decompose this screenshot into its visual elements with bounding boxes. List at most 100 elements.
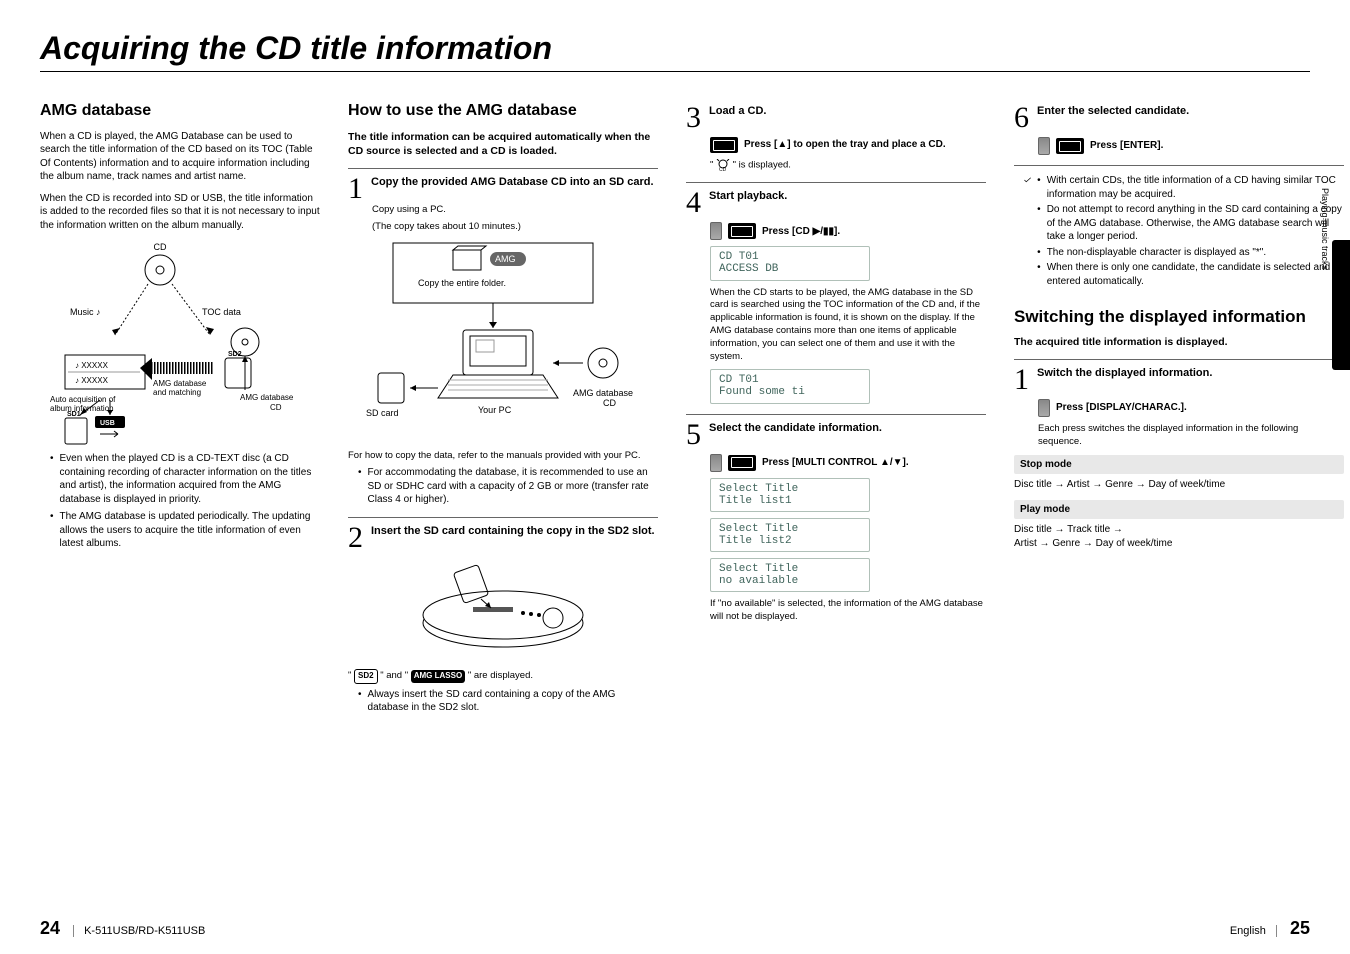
step-2-text: Insert the SD card containing the copy i…: [371, 524, 655, 538]
step-4: 4 Start playback.: [686, 182, 986, 216]
bullet-always-sd2: Always insert the SD card containing a c…: [358, 688, 658, 715]
side-tab-label: Playing music tracks: [1320, 188, 1330, 270]
lcd-access-db: CD T01ACCESS DB: [710, 246, 870, 280]
model-name: K-511USB/RD-K511USB: [73, 925, 205, 937]
bullet-cd-text: Even when the played CD is a CD-TEXT dis…: [50, 452, 320, 506]
step-5-action: Press [MULTI CONTROL ▲/▼].: [710, 454, 986, 472]
svg-text:AMG database: AMG database: [573, 388, 633, 398]
play-mode-header: Play mode: [1014, 500, 1344, 520]
stop-mode-seq: Disc title → Artist → Genre → Day of wee…: [1014, 478, 1344, 492]
svg-text:SD card: SD card: [366, 408, 399, 418]
copy-refer-manual: For how to copy the data, refer to the m…: [348, 450, 658, 463]
step-1-sub-a: Copy using a PC.: [372, 204, 658, 217]
step-1: 1 Copy the provided AMG Database CD into…: [348, 168, 658, 202]
switch-step-1: 1 Switch the displayed information.: [1014, 359, 1344, 393]
svg-text:and matching: and matching: [153, 388, 201, 397]
remote-icon: [1038, 137, 1050, 155]
bullet-sd-capacity: For accommodating the database, it is re…: [358, 466, 658, 507]
sd2-amg-displayed: " SD2 " and " AMG LASSO " are displayed.: [348, 669, 658, 684]
step-2: 2 Insert the SD card containing the copy…: [348, 517, 658, 551]
lead-auto-acquire: The title information can be acquired au…: [348, 130, 658, 158]
step-4-explain: When the CD starts to be played, the AMG…: [710, 287, 986, 364]
step-3: 3 Load a CD.: [686, 104, 986, 131]
step-4-text: Start playback.: [709, 189, 787, 203]
svg-text:CD: CD: [719, 167, 727, 171]
switch-step-number: 1: [1014, 366, 1029, 393]
svg-text:SD1: SD1: [67, 411, 81, 418]
device-icon: [728, 223, 756, 239]
switch-step-action-text: Press [DISPLAY/CHARAC.].: [1056, 401, 1187, 415]
play-mode-seq: Disc title → Track title → Artist → Genr…: [1014, 523, 1344, 550]
page-title: Acquiring the CD title information: [40, 30, 1310, 72]
side-tab: [1332, 240, 1350, 370]
lcd-found: CD T01Found some ti: [710, 369, 870, 403]
column-1: AMG database When a CD is played, the AM…: [40, 94, 320, 912]
step-1-text: Copy the provided AMG Database CD into a…: [371, 175, 654, 189]
amg-intro-2: When the CD is recorded into SD or USB, …: [40, 192, 320, 233]
remote-icon: [710, 222, 722, 240]
svg-text:Auto acquisition of: Auto acquisition of: [50, 395, 116, 404]
amg-flow-diagram: CD Music ♪ TOC data ♪ XXXXX ♪ XXXXX: [40, 240, 320, 440]
step-3-displayed: " CD " is displayed.: [710, 159, 986, 172]
step-3-action-text: Press [▲] to open the tray and place a C…: [744, 138, 946, 152]
heading-amg-database: AMG database: [40, 100, 320, 122]
lcd-no-available: Select Titleno available: [710, 558, 870, 592]
diag-label-cd: CD: [154, 242, 167, 252]
step-number-6: 6: [1014, 104, 1029, 131]
step-number-3: 3: [686, 104, 701, 131]
language-label: English: [1230, 925, 1277, 937]
svg-text:SD2: SD2: [228, 351, 242, 358]
svg-text:CD: CD: [603, 398, 616, 408]
step-4-action: Press [CD ▶/▮▮].: [710, 222, 986, 240]
check-icon: [1024, 174, 1031, 186]
svg-text:USB: USB: [100, 420, 115, 427]
bullet-updated: The AMG database is updated periodically…: [50, 510, 320, 551]
svg-text:CD: CD: [270, 403, 282, 412]
step-number-1: 1: [348, 175, 363, 202]
lcd-title-1: Select TitleTitle list1: [710, 478, 870, 512]
diag2-copy-label: Copy the entire folder.: [418, 278, 506, 288]
device-icon: [710, 137, 738, 153]
step-6-action-text: Press [ENTER].: [1090, 139, 1163, 153]
content-columns: AMG database When a CD is played, the AM…: [40, 94, 1310, 912]
svg-text:AMG database: AMG database: [153, 379, 207, 388]
device-icon: [728, 455, 756, 471]
switch-step-action: Press [DISPLAY/CHARAC.].: [1038, 399, 1344, 417]
check-note: With certain CDs, the title information …: [1024, 174, 1344, 288]
sd2-slot-illustration: [403, 553, 603, 663]
svg-text:album information: album information: [50, 404, 114, 413]
page-number-left: 24: [40, 918, 60, 938]
svg-text:AMG: AMG: [495, 254, 516, 264]
column-2: How to use the AMG database The title in…: [348, 94, 658, 912]
step-number-5: 5: [686, 421, 701, 448]
step-number-4: 4: [686, 189, 701, 216]
svg-text:♪ XXXXX: ♪ XXXXX: [75, 376, 109, 385]
step-5-text: Select the candidate information.: [709, 421, 882, 435]
copy-diagram: AMG Copy the entire folder. Your PC SD c…: [348, 238, 658, 438]
column-3: 3 Load a CD. Press [▲] to open the tray …: [686, 94, 986, 912]
heading-switching: Switching the displayed information: [1014, 306, 1344, 329]
heading-how-to-use: How to use the AMG database: [348, 100, 658, 122]
step-6-text: Enter the selected candidate.: [1037, 104, 1189, 118]
step-6: 6 Enter the selected candidate.: [1014, 104, 1344, 131]
switch-sequence-note: Each press switches the displayed inform…: [1038, 423, 1344, 449]
amg-intro-1: When a CD is played, the AMG Database ca…: [40, 130, 320, 184]
device-icon: [1056, 138, 1084, 154]
step-4-action-text: Press [CD ▶/▮▮].: [762, 225, 840, 239]
step-number-2: 2: [348, 524, 363, 551]
step-5-action-text: Press [MULTI CONTROL ▲/▼].: [762, 456, 909, 470]
step-3-text: Load a CD.: [709, 104, 766, 118]
diag-label-toc: TOC data: [202, 307, 241, 317]
page-footer: 24 K-511USB/RD-K511USB English 25: [40, 912, 1310, 939]
cd-access-icon: CD: [716, 159, 730, 171]
step-1-sub-b: (The copy takes about 10 minutes.): [372, 221, 658, 234]
step-6-action: Press [ENTER].: [1038, 137, 1344, 155]
diag-label-music: Music ♪: [70, 307, 101, 317]
step-5: 5 Select the candidate information.: [686, 414, 986, 448]
page-number-right: 25: [1290, 918, 1310, 938]
remote-icon: [710, 454, 722, 472]
switch-step-text: Switch the displayed information.: [1037, 366, 1212, 380]
svg-text:♪ XXXXX: ♪ XXXXX: [75, 361, 109, 370]
lcd-title-2: Select TitleTitle list2: [710, 518, 870, 552]
svg-text:AMG database: AMG database: [240, 393, 294, 402]
